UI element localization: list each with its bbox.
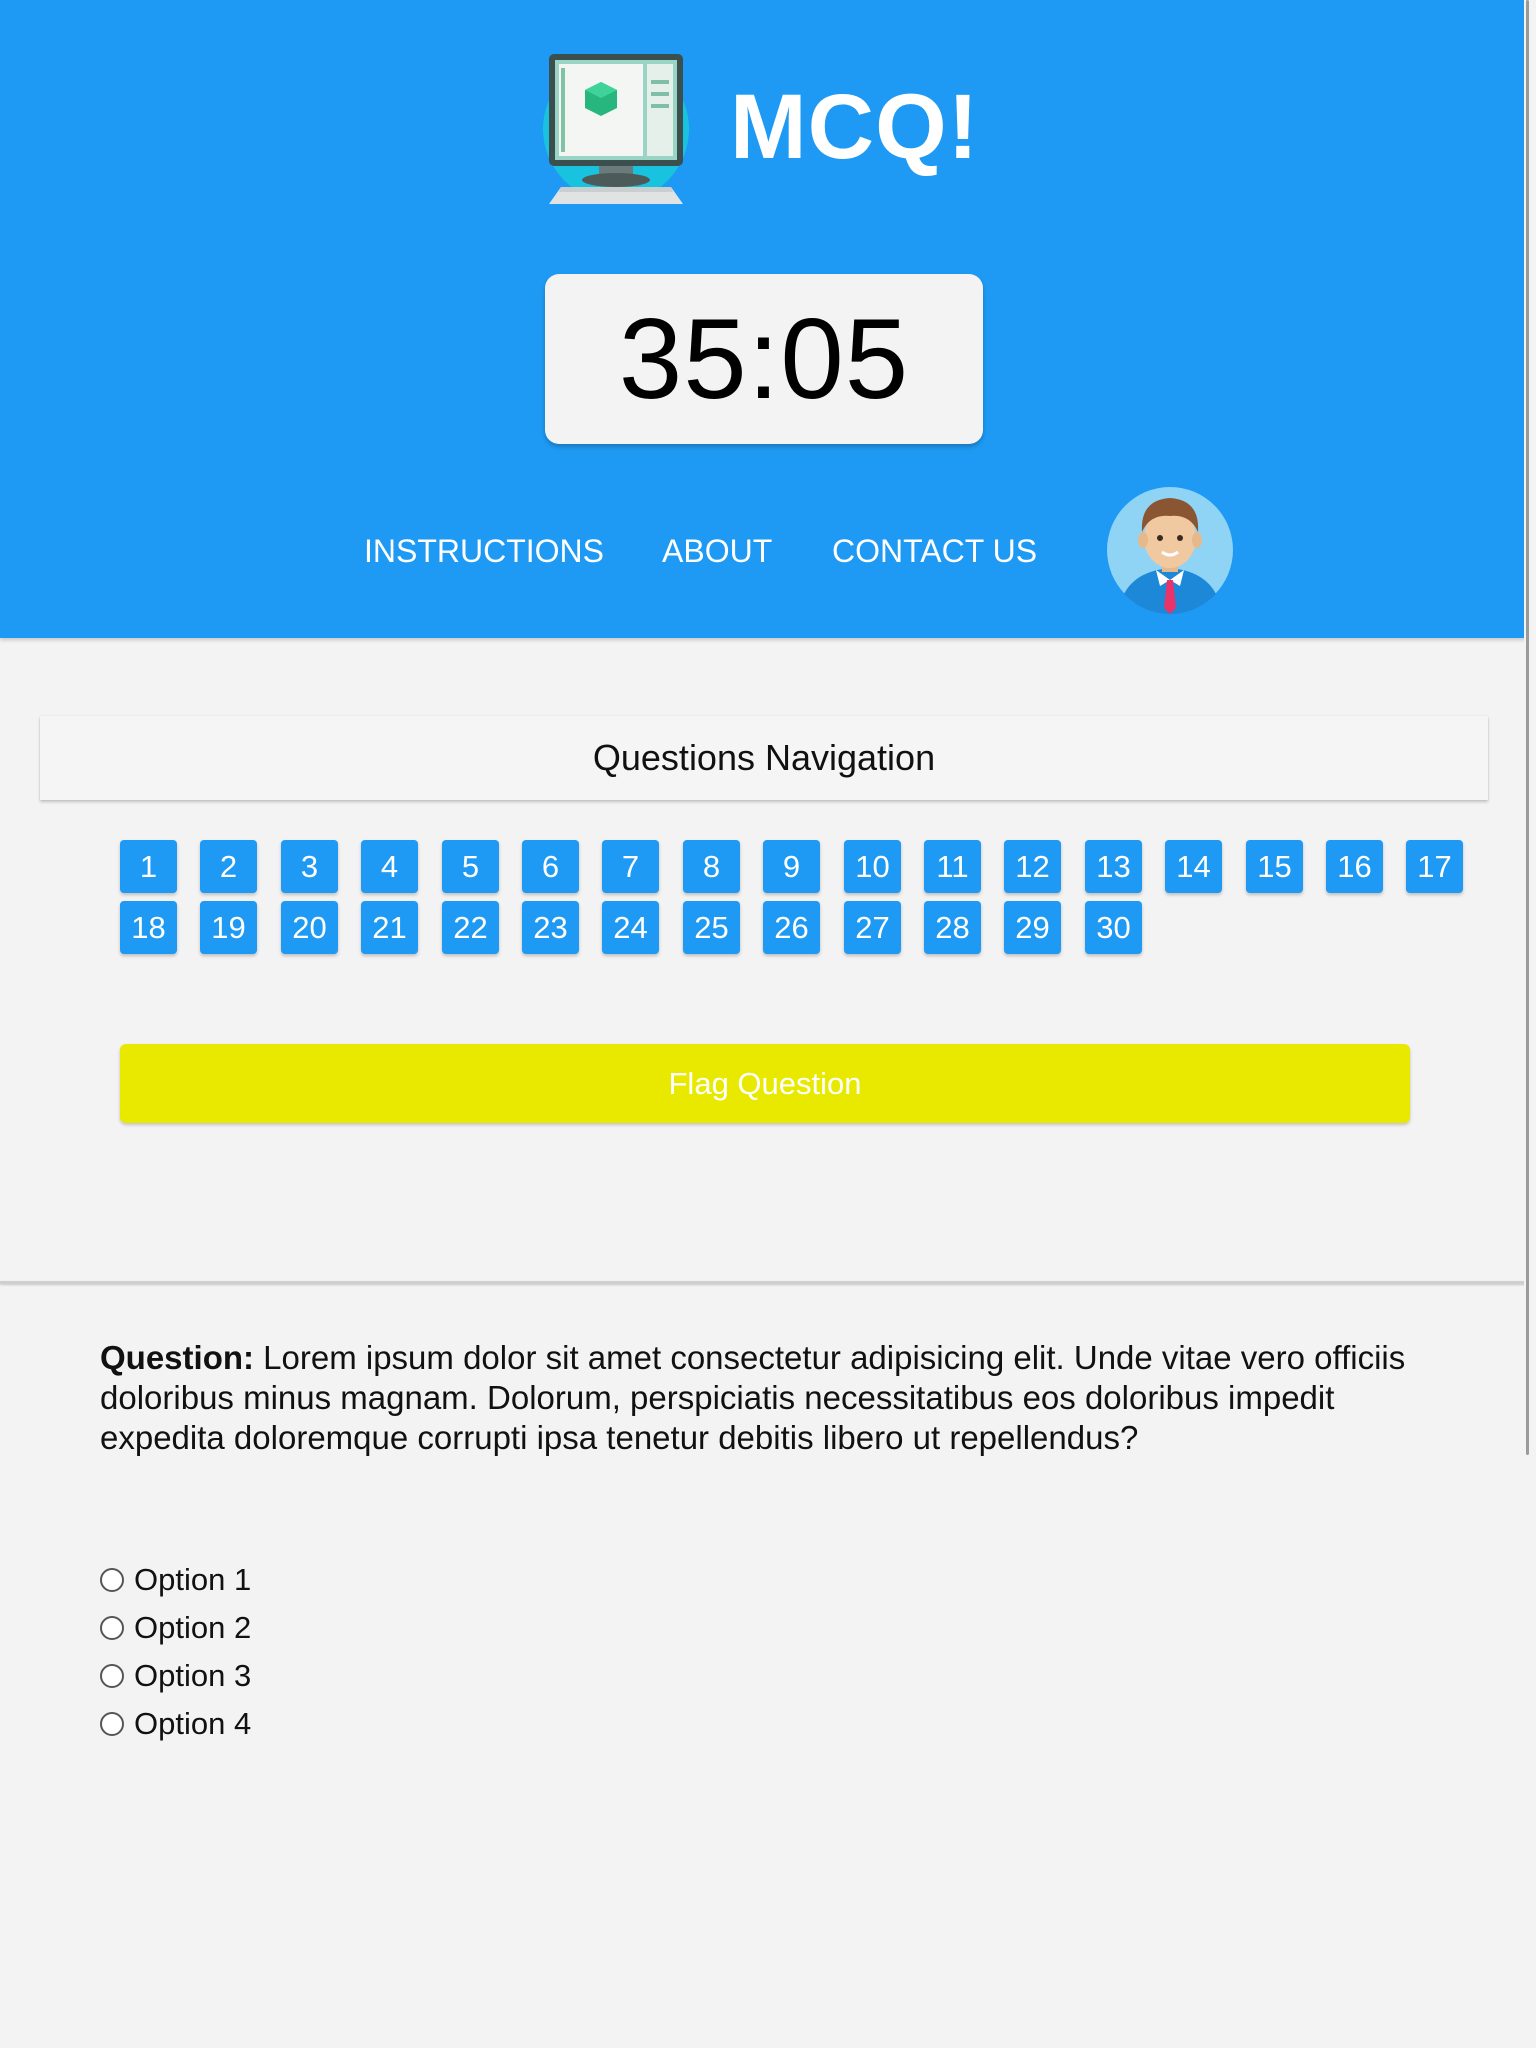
nav-about[interactable]: ABOUT [662, 528, 772, 574]
option-4[interactable]: Option 4 [98, 1700, 251, 1748]
option-3[interactable]: Option 3 [98, 1652, 251, 1700]
option-label: Option 3 [134, 1658, 252, 1693]
countdown-timer: 35:05 [545, 274, 983, 444]
question-number-button[interactable]: 10 [844, 840, 901, 893]
computer-monitor-icon [543, 54, 689, 204]
question-number-button[interactable]: 30 [1085, 901, 1142, 954]
option-label: Option 2 [134, 1610, 252, 1645]
question-number-button[interactable]: 6 [522, 840, 579, 893]
question-number-button[interactable]: 13 [1085, 840, 1142, 893]
question-number-button[interactable]: 20 [281, 901, 338, 954]
question-number-button[interactable]: 19 [200, 901, 257, 954]
question-number-button[interactable]: 28 [924, 901, 981, 954]
user-avatar-icon[interactable] [1106, 476, 1234, 614]
question-body: Lorem ipsum dolor sit amet consectetur a… [100, 1339, 1406, 1456]
question-number-button[interactable]: 29 [1004, 901, 1061, 954]
scrollbar-thumb[interactable] [1526, 0, 1529, 1455]
question-number-button[interactable]: 5 [442, 840, 499, 893]
question-number-button[interactable]: 24 [602, 901, 659, 954]
nav-contact-us[interactable]: CONTACT US [832, 528, 1037, 574]
questions-navigation-header: Questions Navigation [40, 716, 1488, 800]
question-number-button[interactable]: 8 [683, 840, 740, 893]
radio-button[interactable] [100, 1664, 124, 1688]
question-number-button[interactable]: 18 [120, 901, 177, 954]
question-number-button[interactable]: 7 [602, 840, 659, 893]
question-number-button[interactable]: 27 [844, 901, 901, 954]
question-number-button[interactable]: 11 [924, 840, 981, 893]
nav-instructions[interactable]: INSTRUCTIONS [364, 528, 604, 574]
radio-button[interactable] [100, 1616, 124, 1640]
question-number-button[interactable]: 12 [1004, 840, 1061, 893]
radio-button[interactable] [100, 1712, 124, 1736]
page: MCQ! 35:05 INSTRUCTIONS ABOUT CONTACT US… [0, 0, 1536, 2048]
option-1[interactable]: Option 1 [98, 1556, 251, 1604]
section-divider [0, 1281, 1528, 1284]
question-number-button[interactable]: 3 [281, 840, 338, 893]
question-number-button[interactable]: 2 [200, 840, 257, 893]
question-number-button[interactable]: 4 [361, 840, 418, 893]
question-number-button[interactable]: 1 [120, 840, 177, 893]
question-number-button[interactable]: 14 [1165, 840, 1222, 893]
question-number-button[interactable]: 22 [442, 901, 499, 954]
question-number-button[interactable]: 26 [763, 901, 820, 954]
question-number-button[interactable]: 15 [1246, 840, 1303, 893]
flag-question-button[interactable]: Flag Question [120, 1044, 1410, 1123]
question-number-button[interactable]: 16 [1326, 840, 1383, 893]
question-number-button[interactable]: 9 [763, 840, 820, 893]
question-number-button[interactable]: 25 [683, 901, 740, 954]
radio-button[interactable] [100, 1568, 124, 1592]
option-label: Option 1 [134, 1562, 252, 1597]
question-number-button[interactable]: 17 [1406, 840, 1463, 893]
brand-title: MCQ! [730, 76, 980, 178]
question-text: Question: Lorem ipsum dolor sit amet con… [100, 1338, 1430, 1458]
question-label: Question: [100, 1339, 254, 1376]
question-number-grid: 1 2 3 4 5 6 7 8 9 10 11 12 13 14 15 16 17 18 19 20 21 22 23 24 2… [120, 840, 1520, 960]
option-label: Option 4 [134, 1706, 252, 1741]
answer-options: Option 1 Option 2 Option 3 Option 4 [98, 1556, 251, 1748]
question-number-button[interactable]: 21 [361, 901, 418, 954]
option-2[interactable]: Option 2 [98, 1604, 251, 1652]
header: MCQ! 35:05 INSTRUCTIONS ABOUT CONTACT US [0, 0, 1528, 638]
question-number-button[interactable]: 23 [522, 901, 579, 954]
